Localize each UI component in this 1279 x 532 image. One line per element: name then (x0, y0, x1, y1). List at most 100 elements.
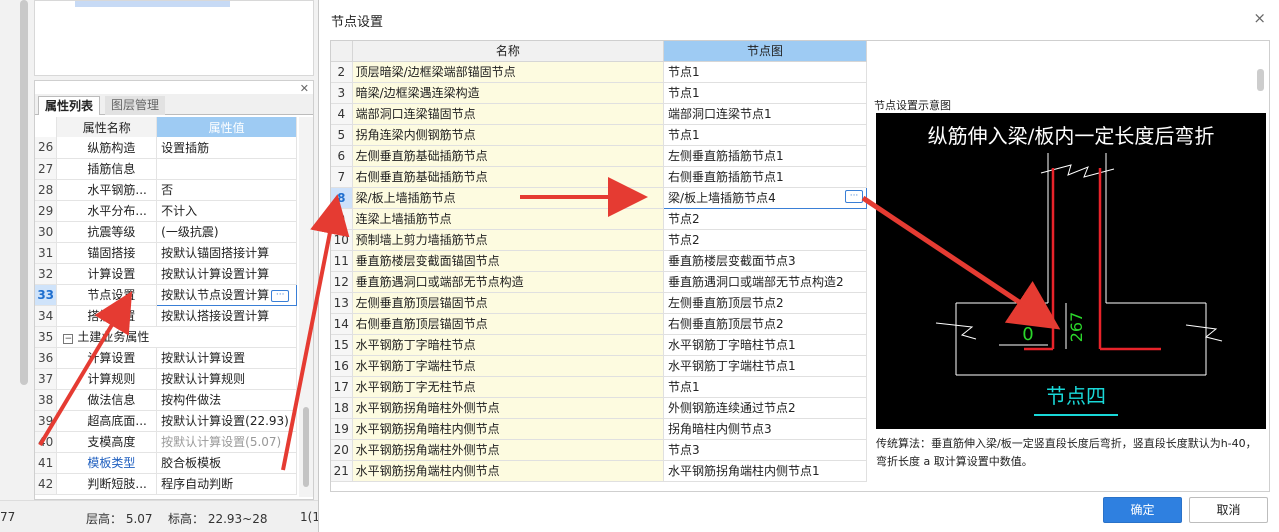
tab-layer-manager[interactable]: 图层管理 (105, 96, 166, 115)
preview-label: 节点设置示意图 (874, 99, 951, 112)
table-row[interactable]: 9 连梁上墙插筋节点 节点2 (331, 208, 867, 230)
row-number: 21 (331, 460, 353, 482)
table-row[interactable]: 7 右侧垂直筋基础插筋节点 右侧垂直筋插筋节点1 (331, 166, 867, 188)
node-value[interactable]: 节点1 (663, 376, 867, 398)
scrollbar-thumb[interactable] (1257, 69, 1264, 91)
node-name: 右侧垂直筋基础插筋节点 (352, 166, 665, 188)
algorithm-description: 传统算法：垂直筋伸入梁/板一定竖直段长度后弯折，竖直段长度默认为h-40，弯折长… (876, 437, 1257, 468)
node-value[interactable]: 右侧垂直筋顶层节点2 (663, 313, 867, 335)
table-row[interactable]: 16 水平钢筋丁字端柱节点 水平钢筋丁字端柱节点1 (331, 355, 867, 377)
node-settings-dialog: 节点设置 × 名称 节点图 2 顶层暗梁/边框梁端部锚固节点 节点1 3 暗梁/边框梁遇… (318, 0, 1279, 532)
node-value[interactable]: 左侧垂直筋插筋节点1 (663, 145, 867, 167)
table-row[interactable]: 39 超高底面... 按默认计算设置(22.93) (35, 410, 297, 432)
node-value[interactable]: 节点2 (663, 229, 867, 251)
row-number: 11 (331, 250, 353, 272)
table-row[interactable]: 18 水平钢筋拐角暗柱外侧节点 外侧钢筋连续通过节点2 (331, 397, 867, 419)
node-name: 拐角连梁内侧钢筋节点 (352, 124, 665, 146)
diagram-caption: 节点四 (1046, 384, 1106, 408)
node-value[interactable]: 节点1 (663, 124, 867, 146)
property-scrollbar[interactable] (299, 117, 313, 497)
table-row[interactable]: 32 计算设置 按默认计算设置计算 (35, 263, 297, 285)
node-value[interactable]: 左侧垂直筋顶层节点2 (663, 292, 867, 314)
node-value[interactable]: 垂直筋楼层变截面节点3 (663, 250, 867, 272)
table-row[interactable]: 17 水平钢筋丁字无柱节点 节点1 (331, 376, 867, 398)
table-row[interactable]: 2 顶层暗梁/边框梁端部锚固节点 节点1 (331, 61, 867, 83)
node-value[interactable]: 水平钢筋拐角端柱内侧节点1 (663, 460, 867, 482)
node-value[interactable]: 水平钢筋丁字端柱节点1 (663, 355, 867, 377)
node-value[interactable]: 垂直筋遇洞口或端部无节点构造2 (663, 271, 867, 293)
node-value[interactable]: 梁/板上墙插筋节点4 ··· (663, 186, 867, 209)
table-row[interactable]: 36 计算设置 按默认计算设置 (35, 347, 297, 369)
table-row-group[interactable]: 35− 土建业务属性 (35, 326, 297, 348)
node-value[interactable]: 水平钢筋丁字暗柱节点1 (663, 334, 867, 356)
cancel-button[interactable]: 取消 (1189, 497, 1268, 523)
dimension-267-label: 267 (1067, 312, 1086, 343)
node-value[interactable]: 节点3 (663, 439, 867, 461)
column-header-name: 名称 (352, 41, 665, 62)
collapse-icon[interactable]: − (63, 334, 74, 344)
node-name: 左侧垂直筋顶层锚固节点 (352, 292, 665, 314)
table-row[interactable]: 34 搭接设置 按默认搭接设置计算 (35, 305, 297, 327)
node-preview-panel: 节点设置示意图 纵筋伸入梁/板内一定长度后弯折 0 267 节点四 传统算法：垂… (870, 95, 1270, 492)
node-diagram: 纵筋伸入梁/板内一定长度后弯折 0 267 节点四 (876, 113, 1266, 429)
node-name: 水平钢筋拐角暗柱内侧节点 (352, 418, 665, 440)
table-row[interactable]: 5 拐角连梁内侧钢筋节点 节点1 (331, 124, 867, 146)
table-row[interactable]: 12 垂直筋遇洞口或端部无节点构造 垂直筋遇洞口或端部无节点构造2 (331, 271, 867, 293)
component-tree (34, 0, 314, 76)
ok-button[interactable]: 确定 (1103, 497, 1182, 523)
node-name: 预制墙上剪力墙插筋节点 (352, 229, 665, 251)
table-row[interactable]: 6 左侧垂直筋基础插筋节点 左侧垂直筋插筋节点1 (331, 145, 867, 167)
table-row-selected[interactable]: 8 梁/板上墙插筋节点 梁/板上墙插筋节点4 ··· (331, 186, 867, 209)
node-value[interactable]: 拐角暗柱内侧节点3 (663, 418, 867, 440)
row-number: 7 (331, 166, 353, 188)
table-row[interactable]: 4 端部洞口连梁锚固节点 端部洞口连梁节点1 (331, 103, 867, 125)
group-label: 土建业务属性 (77, 330, 150, 344)
table-row[interactable]: 26 纵筋构造 设置插筋 (35, 137, 297, 159)
row-number: 5 (331, 124, 353, 146)
node-value[interactable]: 节点1 (663, 61, 867, 83)
status-floor-height: 层高： 5.07 (86, 512, 153, 526)
node-value[interactable]: 节点2 (663, 208, 867, 230)
row-number: 8 (331, 187, 353, 209)
table-row[interactable]: 42 判断短肢... 程序自动判断 (35, 473, 297, 495)
row-number: 2 (331, 61, 353, 83)
table-row[interactable]: 11 垂直筋楼层变截面锚固节点 垂直筋楼层变截面节点3 (331, 250, 867, 272)
node-value[interactable]: 右侧垂直筋插筋节点1 (663, 166, 867, 188)
node-value[interactable]: 端部洞口连梁节点1 (663, 103, 867, 125)
table-row[interactable]: 15 水平钢筋丁字暗柱节点 水平钢筋丁字暗柱节点1 (331, 334, 867, 356)
table-row[interactable]: 3 暗梁/边框梁遇连梁构造 节点1 (331, 82, 867, 104)
node-name: 水平钢筋丁字暗柱节点 (352, 334, 665, 356)
table-row[interactable]: 41 模板类型 胶合板模板 (35, 452, 297, 474)
table-row[interactable]: 37 计算规则 按默认计算规则 (35, 368, 297, 390)
table-row[interactable]: 21 水平钢筋拐角端柱内侧节点 水平钢筋拐角端柱内侧节点1 (331, 460, 867, 482)
tab-property-list[interactable]: 属性列表 (38, 96, 101, 115)
node-name: 水平钢筋拐角端柱内侧节点 (352, 460, 665, 482)
node-value[interactable]: 节点1 (663, 82, 867, 104)
left-scroll-strip[interactable] (20, 0, 28, 385)
table-row[interactable]: 27 插筋信息 (35, 158, 297, 180)
more-button[interactable]: ··· (271, 289, 290, 302)
node-diagram-svg: 纵筋伸入梁/板内一定长度后弯折 0 267 节点四 (928, 124, 1223, 416)
row-number: 16 (331, 355, 353, 377)
node-table: 名称 节点图 2 顶层暗梁/边框梁端部锚固节点 节点1 3 暗梁/边框梁遇连梁构造 节点1… (331, 41, 867, 482)
node-value[interactable]: 外侧钢筋连续通过节点2 (663, 397, 867, 419)
scrollbar-thumb[interactable] (303, 407, 309, 487)
more-button[interactable]: ··· (845, 190, 863, 203)
table-row[interactable]: 31 锚固搭接 按默认锚固搭接计算 (35, 242, 297, 264)
table-row[interactable]: 13 左侧垂直筋顶层锚固节点 左侧垂直筋顶层节点2 (331, 292, 867, 314)
table-row[interactable]: 30 抗震等级 (一级抗震) (35, 221, 297, 243)
table-row[interactable]: 40 支模高度 按默认计算设置(5.07) (35, 431, 297, 453)
table-row[interactable]: 29 水平分布... 不计入 (35, 200, 297, 222)
row-number: 6 (331, 145, 353, 167)
table-row[interactable]: 14 右侧垂直筋顶层锚固节点 右侧垂直筋顶层节点2 (331, 313, 867, 335)
tree-selected-item[interactable] (75, 1, 230, 7)
row-number: 13 (331, 292, 353, 314)
status-elevation: 标高： 22.93~28 (168, 512, 268, 526)
table-row[interactable]: 28 水平钢筋... 否 (35, 179, 297, 201)
table-row[interactable]: 10 预制墙上剪力墙插筋节点 节点2 (331, 229, 867, 251)
table-row[interactable]: 19 水平钢筋拐角暗柱内侧节点 拐角暗柱内侧节点3 (331, 418, 867, 440)
table-row[interactable]: 20 水平钢筋拐角端柱外侧节点 节点3 (331, 439, 867, 461)
table-row[interactable]: 38 做法信息 按构件做法 (35, 389, 297, 411)
close-icon[interactable]: × (1253, 9, 1266, 27)
table-row-node-setting[interactable]: 33 节点设置 按默认节点设置计算 ··· (35, 283, 297, 306)
